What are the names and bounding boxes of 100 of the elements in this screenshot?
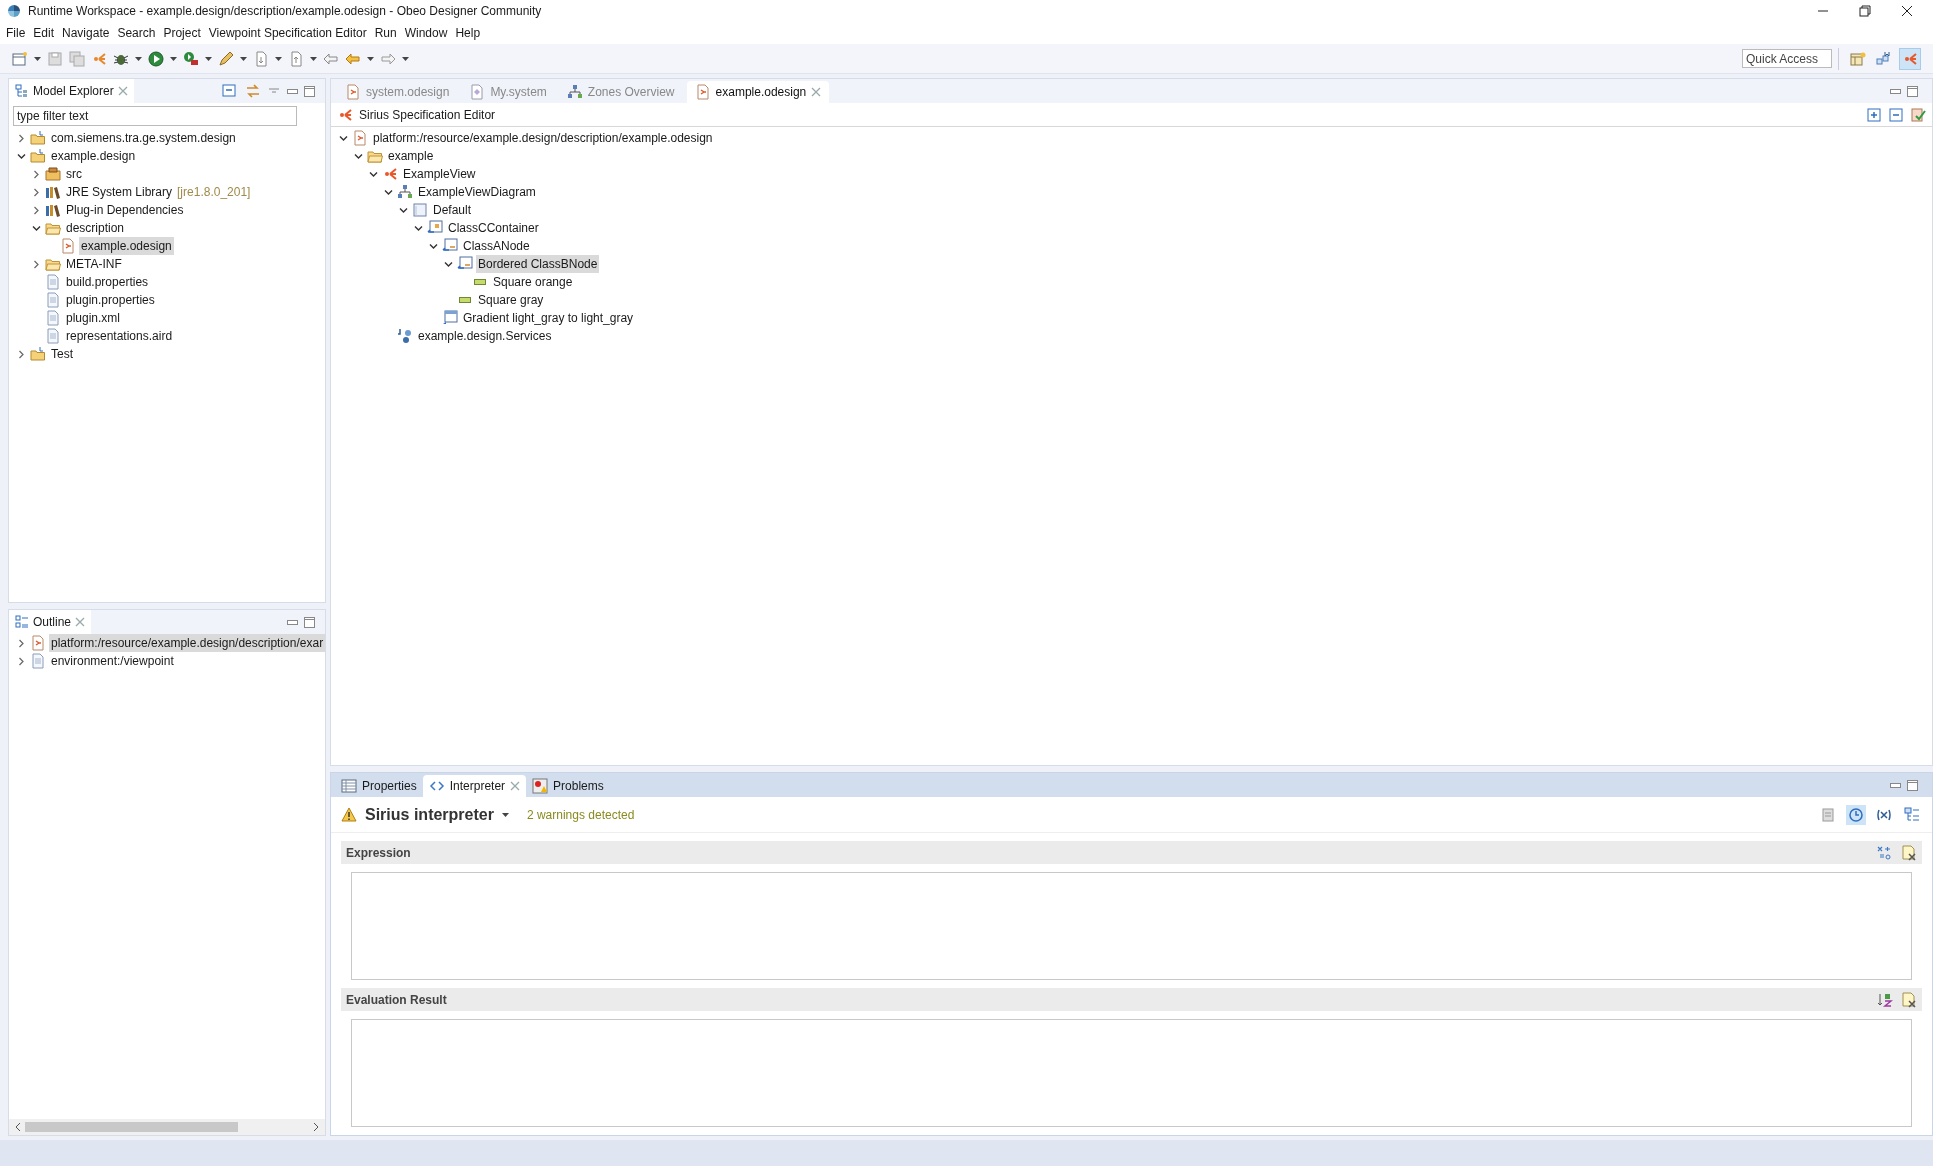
close-icon[interactable] [811,87,822,97]
books-icon [45,184,61,200]
pen-icon[interactable] [218,50,234,67]
minimize-icon[interactable] [1890,88,1901,94]
dropdown-caret-icon[interactable] [240,56,247,61]
tree-item[interactable]: src [64,165,84,183]
menu-item[interactable]: Edit [33,24,55,42]
close-icon[interactable] [75,617,86,627]
menu-item[interactable]: Run [374,24,397,42]
tree-item[interactable]: Bordered ClassBNode [476,255,600,273]
chevron-down-icon[interactable] [16,151,26,161]
dropdown-caret-icon[interactable] [170,56,177,61]
hierarchy-icon [397,184,413,200]
dropdown-caret-icon[interactable] [275,56,282,61]
tree-item[interactable]: Default [431,201,474,219]
tree-item[interactable]: Square orange [491,273,575,291]
tree-item[interactable]: META-INF [64,255,124,273]
dropdown-caret-icon[interactable] [135,56,142,61]
tree-item[interactable]: Plug-in Dependencies [64,201,186,219]
calculation-icon[interactable] [1877,844,1893,861]
clear-document-icon[interactable] [1901,991,1917,1008]
dropdown-caret-icon[interactable] [367,56,374,61]
maximize-icon[interactable] [304,85,315,97]
dropdown-caret-icon[interactable] [34,56,41,61]
tree-item[interactable]: ClassCContainer [446,219,541,237]
tree-item[interactable]: Test [49,345,75,363]
chevron-right-icon[interactable] [31,259,41,269]
expand-all-icon[interactable] [1866,106,1882,123]
clear-document-icon[interactable] [1901,844,1917,861]
horizontal-scrollbar[interactable] [9,1119,325,1135]
close-icon[interactable] [510,781,521,791]
file-icon [45,328,61,344]
tree-item[interactable]: example.design.Services [416,327,554,345]
tree-item[interactable]: ExampleView [401,165,478,183]
sort-icon[interactable] [1877,991,1893,1008]
close-window-icon[interactable] [1901,5,1913,17]
link-arrows-icon[interactable] [245,83,261,99]
collapse-all-icon[interactable] [1888,106,1904,123]
new-window-icon[interactable] [12,50,28,67]
tree-item[interactable]: ClassANode [461,237,532,255]
tree-view-icon [15,84,29,98]
minimize-icon[interactable] [287,619,298,625]
tree-item[interactable]: plugin.properties [64,291,157,309]
view-tab[interactable]: Interpreter [422,775,527,797]
view-tab[interactable]: Problems [526,775,610,797]
menu-item[interactable]: Help [455,24,481,42]
scroll-right-icon[interactable] [313,1123,319,1131]
chevron-right-icon[interactable] [16,349,26,359]
collapse-all-icon[interactable] [221,83,237,99]
dropdown-caret-icon[interactable] [402,56,409,61]
tree-item[interactable]: JRE System Library [64,183,175,201]
tree-item[interactable]: example [386,147,436,165]
tree-item[interactable]: ExampleViewDiagram [416,183,538,201]
document-icon [60,238,76,254]
chevron-right-icon[interactable] [16,133,26,143]
sparkle-icon[interactable] [91,50,107,67]
menu-item[interactable]: File [6,24,26,42]
tree-item[interactable]: example.design [49,147,138,165]
tree-item[interactable]: platform:/resource/example.design/description/example.odesign [371,129,715,147]
scroll-left-icon[interactable] [15,1123,21,1131]
maximize-icon[interactable] [304,616,315,628]
editor-tab[interactable]: example.odesign [686,81,830,103]
menu-item[interactable]: Viewpoint Specification Editor [208,24,367,42]
table-icon [341,778,357,794]
minimize-icon[interactable] [1890,782,1901,788]
dropdown-caret-icon[interactable] [501,812,509,817]
tree-item[interactable]: representations.aird [64,327,175,345]
quick-access-field[interactable]: Quick Access [1742,49,1832,68]
tree-item[interactable]: plugin.xml [64,309,123,327]
maximize-icon[interactable] [1907,779,1918,791]
container-icon [427,220,443,236]
chevron-down-icon[interactable] [31,223,41,233]
menu-item[interactable]: Search [117,24,156,42]
dropdown-caret-icon[interactable] [310,56,317,61]
tree-item[interactable]: description [64,219,127,237]
tree-item[interactable]: build.properties [64,273,151,291]
run-icon[interactable] [148,50,164,67]
expression-field[interactable] [351,872,1912,980]
tree-item[interactable]: Gradient light_gray to light_gray [461,309,636,327]
menu-item[interactable]: Navigate [62,24,110,42]
status-message: 2 warnings detected [526,806,635,824]
maximize-icon[interactable] [1907,85,1918,97]
tree-item[interactable]: example.odesign [79,237,174,255]
close-icon[interactable] [117,86,128,96]
tree-item[interactable]: environment:/viewpoint [49,652,176,670]
run-tool-icon[interactable] [183,50,199,67]
tree-item[interactable]: platform:/resource/example.design/description/exar [49,634,325,652]
restore-window-icon[interactable] [1859,5,1871,17]
menu-item[interactable]: Project [163,24,201,42]
tree-item[interactable]: com.siemens.tra.ge.system.design [49,129,238,147]
section-title: Evaluation Result [346,991,447,1009]
tree-item[interactable]: Square gray [476,291,546,309]
minimize-icon[interactable] [287,88,298,94]
dropdown-caret-icon[interactable] [205,56,212,61]
menu-item[interactable]: Window [404,24,448,42]
view-tab[interactable]: Properties [335,775,423,797]
validate-icon[interactable] [1910,106,1926,123]
filter-field[interactable]: type filter text [13,106,297,126]
project-folder-icon [30,346,46,362]
tree-item-decoration: [jre1.8.0_201] [177,184,251,201]
